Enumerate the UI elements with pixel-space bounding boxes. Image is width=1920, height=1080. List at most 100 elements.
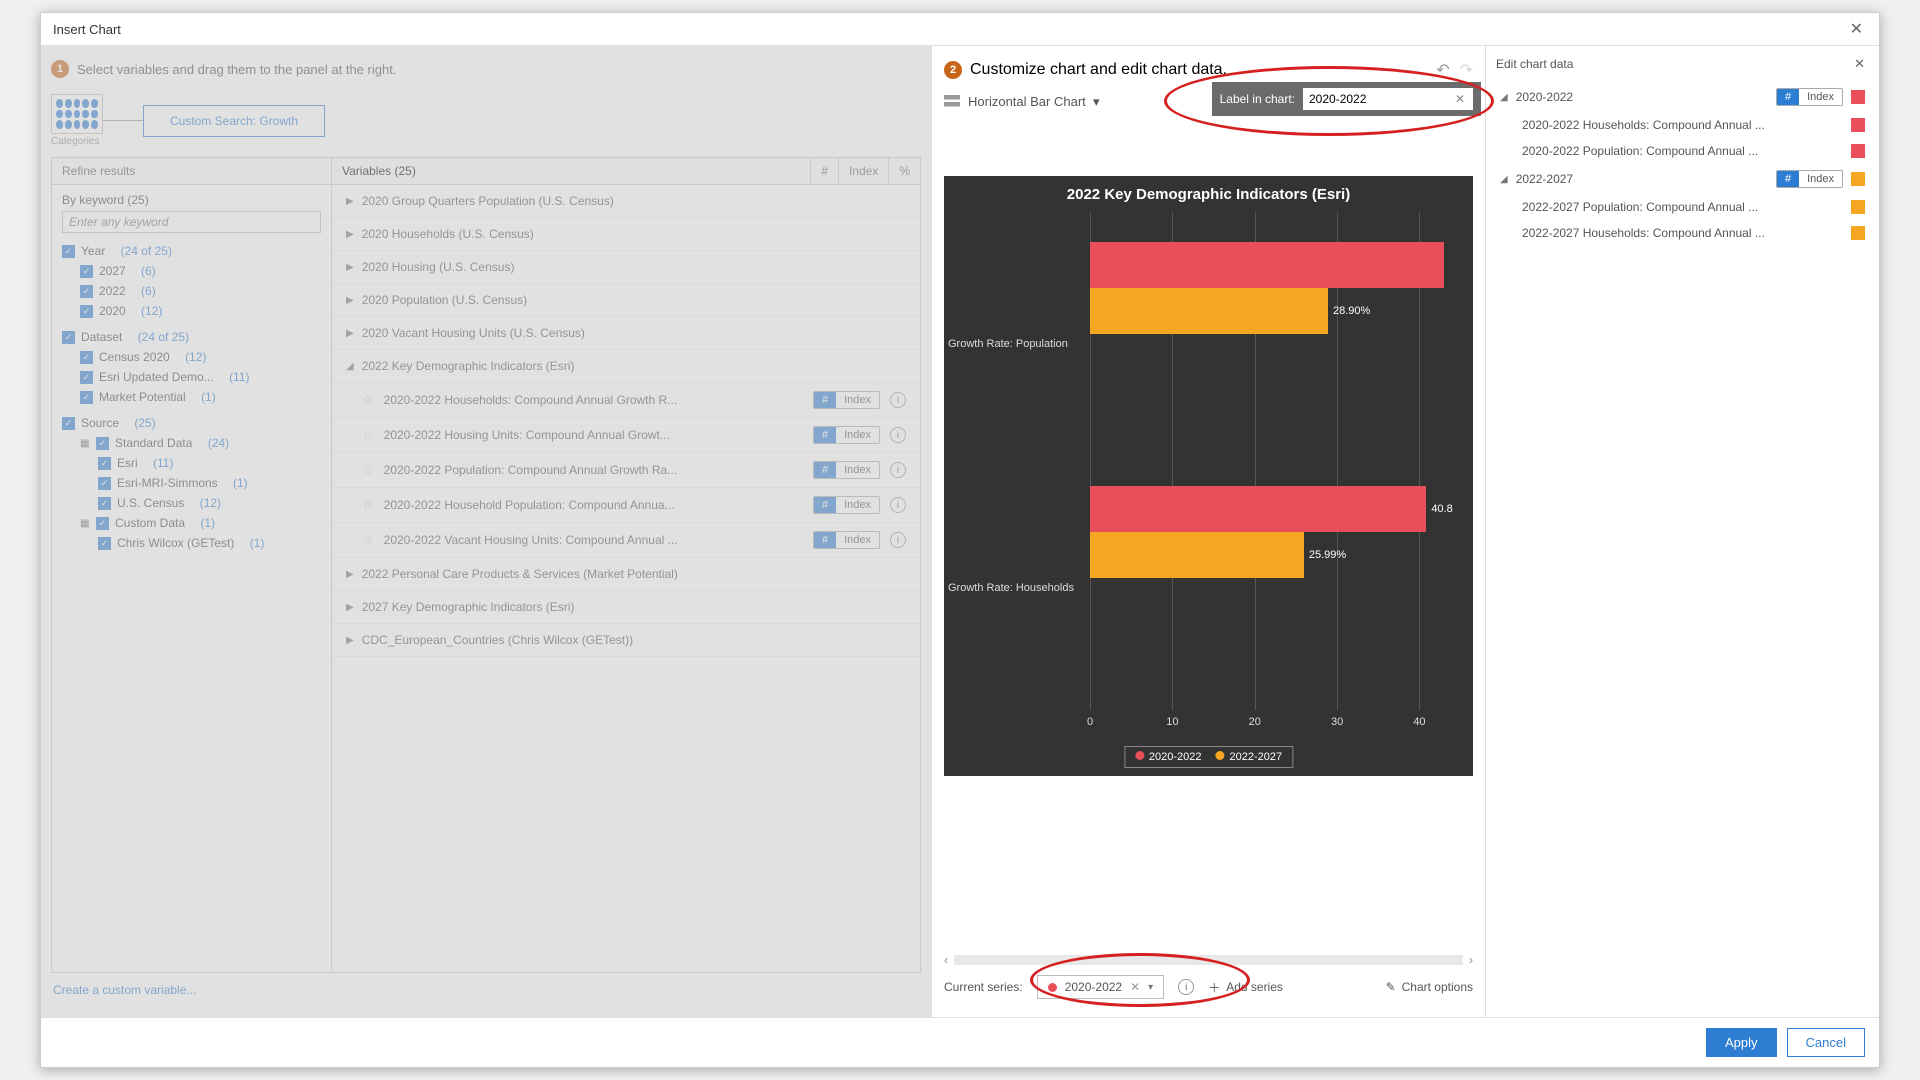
step1-text: Select variables and drag them to the pa… [77, 62, 396, 77]
tree-series-2020[interactable]: ◢ 2020-2022 #Index [1496, 82, 1869, 112]
x-ticks: 0 10 20 30 40 [1090, 716, 1461, 732]
connector-line [103, 120, 143, 121]
insert-chart-modal: Insert Chart ✕ 1 Select variables and dr… [40, 12, 1880, 1068]
filter-census[interactable]: ✓Census 2020 (12) [62, 347, 321, 367]
chart-options-button[interactable]: ✎Chart options [1386, 980, 1473, 994]
filter-market-potential[interactable]: ✓Market Potential (1) [62, 387, 321, 407]
group-2020-gq[interactable]: ▶2020 Group Quarters Population (U.S. Ce… [332, 185, 920, 218]
scroll-right-icon[interactable]: › [1469, 953, 1473, 967]
create-custom-variable-link[interactable]: Create a custom variable... [51, 973, 921, 1007]
filter-mri[interactable]: ✓Esri-MRI-Simmons (1) [62, 473, 321, 493]
pct-button[interactable]: % [888, 158, 920, 184]
modal-titlebar: Insert Chart ✕ [41, 13, 1879, 46]
chevron-down-icon[interactable]: ▾ [1148, 982, 1153, 993]
y-category-0: Growth Rate: Population [948, 338, 1068, 350]
hbar-icon [944, 95, 960, 109]
label-in-chart-label: Label in chart: [1220, 92, 1295, 106]
filter-2022[interactable]: ✓2022 (6) [62, 281, 321, 301]
variables-header: Variables (25) # Index % [332, 158, 920, 185]
step1-badge: 1 [51, 60, 69, 78]
tree-item[interactable]: 2022-2027 Households: Compound Annual ..… [1496, 220, 1869, 246]
color-swatch-icon[interactable] [1851, 90, 1865, 104]
current-series-chip[interactable]: 2020-2022 ✕ ▾ [1037, 975, 1164, 999]
scroll-left-icon[interactable]: ‹ [944, 953, 948, 967]
series-row: Current series: 2020-2022 ✕ ▾ i ＋Add ser… [944, 967, 1473, 1007]
modal-title-text: Insert Chart [53, 22, 121, 37]
label-in-chart-tooltip: Label in chart: ✕ [1212, 82, 1481, 116]
add-series-button[interactable]: ＋Add series [1208, 979, 1283, 996]
filter-esri-updated[interactable]: ✓Esri Updated Demo... (11) [62, 367, 321, 387]
filter-2020[interactable]: ✓2020 (12) [62, 301, 321, 321]
close-icon[interactable]: ✕ [1846, 19, 1867, 39]
plus-icon: ＋ [1208, 979, 1220, 996]
tree-series-2022[interactable]: ◢ 2022-2027 #Index [1496, 164, 1869, 194]
filter-standard-data[interactable]: ▦✓Standard Data (24) [62, 433, 321, 453]
checkbox-icon: ✓ [62, 245, 75, 258]
chart-type-select[interactable]: Horizontal Bar Chart ▾ [968, 94, 1100, 110]
right-panel: Edit chart data ✕ ◢ 2020-2022 #Index 202… [1486, 46, 1879, 1017]
group-2022-pcps[interactable]: ▶2022 Personal Care Products & Services … [332, 558, 920, 591]
info-icon[interactable]: i [890, 532, 906, 548]
info-icon[interactable]: i [890, 497, 906, 513]
refine-header: Refine results [52, 158, 331, 185]
group-cdc[interactable]: ▶CDC_European_Countries (Chris Wilcox (G… [332, 624, 920, 657]
apply-button[interactable]: Apply [1706, 1028, 1777, 1057]
undo-icon[interactable]: ↶ [1436, 60, 1449, 80]
tree-item[interactable]: 2022-2027 Population: Compound Annual ..… [1496, 194, 1869, 220]
pencil-icon: ✎ [1386, 980, 1396, 994]
tree-item[interactable]: 2020-2022 Households: Compound Annual ..… [1496, 112, 1869, 138]
chart-legend: 2020-2022 2022-2027 [1124, 746, 1293, 768]
index-button[interactable]: Index [838, 158, 888, 184]
group-2027-kdi[interactable]: ▶2027 Key Demographic Indicators (Esri) [332, 591, 920, 624]
var-population-cagr[interactable]: ☆2020-2022 Population: Compound Annual G… [332, 453, 920, 488]
filter-year[interactable]: ✓Year (24 of 25) [62, 241, 321, 261]
remove-series-icon[interactable]: ✕ [1130, 980, 1140, 994]
filter-chris-wilcox[interactable]: ✓Chris Wilcox (GETest) (1) [62, 533, 321, 553]
variables-list: ▶2020 Group Quarters Population (U.S. Ce… [332, 185, 920, 657]
modal-body: 1 Select variables and drag them to the … [41, 46, 1879, 1017]
redo-icon[interactable]: ↷ [1460, 60, 1473, 80]
chevron-down-icon: ◢ [1500, 174, 1508, 185]
step2-text: Customize chart and edit chart data. [970, 61, 1227, 79]
info-icon[interactable]: i [890, 462, 906, 478]
tree-item[interactable]: 2020-2022 Population: Compound Annual ..… [1496, 138, 1869, 164]
filter-source[interactable]: ✓Source (25) [62, 413, 321, 433]
refine-body: By keyword (25) ✓Year (24 of 25) ✓2027 (… [52, 185, 331, 561]
series-tree: ◢ 2020-2022 #Index 2020-2022 Households:… [1496, 82, 1869, 246]
step2-badge: 2 [944, 61, 962, 79]
info-icon[interactable]: i [1178, 979, 1194, 995]
info-icon[interactable]: i [890, 427, 906, 443]
clear-icon[interactable]: ✕ [1455, 92, 1465, 106]
var-households-cagr[interactable]: ☆2020-2022 Households: Compound Annual G… [332, 383, 920, 418]
group-2020-housing[interactable]: ▶2020 Housing (U.S. Census) [332, 251, 920, 284]
label-in-chart-input[interactable] [1303, 88, 1473, 110]
horizontal-scroll[interactable]: ‹ › [944, 893, 1473, 967]
series-color-icon [1048, 983, 1057, 992]
group-2022-kdi[interactable]: ◢2022 Key Demographic Indicators (Esri) [332, 350, 920, 383]
var-hh-pop-cagr[interactable]: ☆2020-2022 Household Population: Compoun… [332, 488, 920, 523]
bar-s1-c0 [1090, 288, 1328, 334]
edit-chart-data-header: Edit chart data ✕ [1496, 54, 1869, 82]
star-icon[interactable]: ☆ [362, 392, 374, 408]
hash-button[interactable]: # [810, 158, 838, 184]
filter-uscensus[interactable]: ✓U.S. Census (12) [62, 493, 321, 513]
keyword-label: By keyword (25) [62, 193, 321, 207]
cancel-button[interactable]: Cancel [1787, 1028, 1865, 1057]
variables-panel: Refine results By keyword (25) ✓Year (24… [51, 157, 921, 973]
filter-2027[interactable]: ✓2027 (6) [62, 261, 321, 281]
group-2020-pop[interactable]: ▶2020 Population (U.S. Census) [332, 284, 920, 317]
filter-esri[interactable]: ✓Esri (11) [62, 453, 321, 473]
var-vacant-cagr[interactable]: ☆2020-2022 Vacant Housing Units: Compoun… [332, 523, 920, 558]
info-icon[interactable]: i [890, 392, 906, 408]
categories-button[interactable]: Categories [51, 94, 103, 147]
var-housing-units-cagr[interactable]: ☆2020-2022 Housing Units: Compound Annua… [332, 418, 920, 453]
keyword-input[interactable] [62, 211, 321, 233]
group-2020-vacant[interactable]: ▶2020 Vacant Housing Units (U.S. Census) [332, 317, 920, 350]
step1-row: 1 Select variables and drag them to the … [51, 56, 921, 88]
filter-custom-data[interactable]: ▦✓Custom Data (1) [62, 513, 321, 533]
group-2020-hh[interactable]: ▶2020 Households (U.S. Census) [332, 218, 920, 251]
custom-search-pill[interactable]: Custom Search: Growth [143, 105, 325, 137]
filter-dataset[interactable]: ✓Dataset (24 of 25) [62, 327, 321, 347]
color-swatch-icon[interactable] [1851, 172, 1865, 186]
close-icon[interactable]: ✕ [1850, 56, 1869, 72]
